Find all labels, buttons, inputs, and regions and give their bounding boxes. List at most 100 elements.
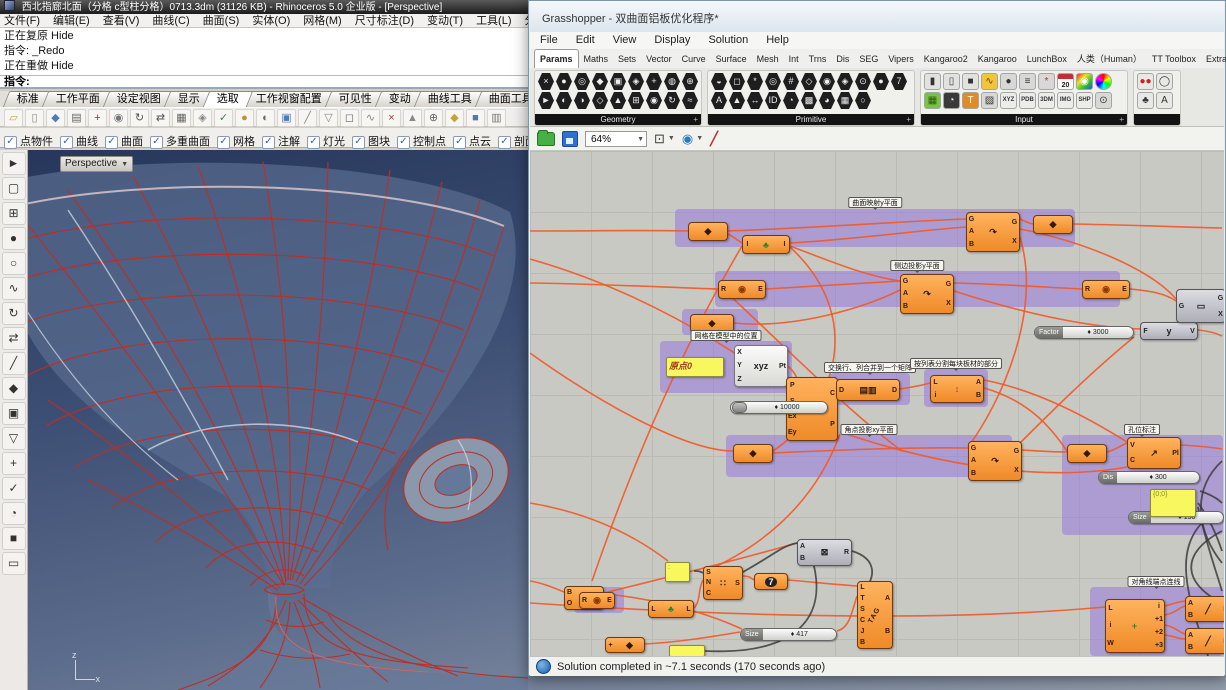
grasshopper-tab[interactable]: Kangaroo bbox=[973, 50, 1022, 68]
rhino-toolbar-icon[interactable]: ▤ bbox=[67, 109, 86, 127]
rhino-tool-icon[interactable]: ▢ bbox=[2, 177, 26, 200]
rhino-toolbar-icon[interactable]: ▣ bbox=[277, 109, 296, 127]
component-icon[interactable]: ◒ bbox=[711, 73, 727, 90]
component-icon[interactable]: ◯ bbox=[1095, 73, 1112, 90]
port-+[interactable]: + bbox=[607, 642, 614, 649]
rhino-toolbar-icon[interactable]: ◆ bbox=[46, 109, 65, 127]
component-icon[interactable]: ⊕ bbox=[682, 73, 698, 90]
rhino-tool-icon[interactable]: ⇄ bbox=[2, 327, 26, 350]
port-B[interactable]: B bbox=[799, 555, 806, 562]
component-icon[interactable]: ◔ bbox=[943, 92, 960, 109]
component-icon[interactable]: ◆ bbox=[592, 73, 608, 90]
rhino-tool-icon[interactable]: ✓ bbox=[2, 477, 26, 500]
component-icon[interactable]: ▣ bbox=[610, 73, 626, 90]
checkbox-icon[interactable] bbox=[352, 136, 365, 149]
grasshopper-tab[interactable]: Int bbox=[784, 50, 804, 68]
rhino-toolbar-icon[interactable]: ↻ bbox=[130, 109, 149, 127]
component-icon[interactable]: ●● bbox=[1137, 73, 1154, 90]
gray-orient-partial[interactable]: G▭GX bbox=[1176, 289, 1224, 323]
grasshopper-tab[interactable]: Dis bbox=[831, 50, 854, 68]
port-B[interactable]: B bbox=[884, 628, 891, 635]
checkbox-icon[interactable] bbox=[453, 136, 466, 149]
port-B[interactable]: B bbox=[859, 639, 866, 646]
component-icon[interactable]: ▩ bbox=[801, 92, 817, 109]
port-W[interactable]: W bbox=[1107, 640, 1114, 647]
panel-colon[interactable]: : bbox=[665, 562, 690, 582]
port-B[interactable]: B bbox=[968, 241, 975, 248]
tree-item-param[interactable]: I♣I bbox=[742, 235, 790, 254]
port-B[interactable]: B bbox=[902, 303, 909, 310]
rhino-tool-icon[interactable]: ■ bbox=[2, 527, 26, 550]
component-icon[interactable]: ◉ bbox=[646, 92, 662, 109]
slider-10000[interactable]: ♦ 10000 bbox=[730, 401, 828, 414]
component-icon[interactable]: ↻ bbox=[664, 92, 680, 109]
component-icon[interactable]: ◇ bbox=[592, 92, 608, 109]
component-icon[interactable]: * bbox=[747, 73, 763, 90]
component-icon[interactable]: ▲ bbox=[610, 92, 626, 109]
port-F[interactable]: F bbox=[1142, 328, 1149, 335]
port-X[interactable]: X bbox=[1013, 467, 1020, 474]
port-V[interactable]: V bbox=[1189, 328, 1196, 335]
zoom-extents-icon[interactable]: ⊡ bbox=[654, 131, 665, 147]
port-P[interactable]: P bbox=[788, 382, 797, 389]
port-O[interactable]: O bbox=[566, 600, 573, 607]
port-B[interactable]: B bbox=[566, 589, 573, 596]
port-L[interactable]: L bbox=[1107, 605, 1114, 612]
grasshopper-tab[interactable]: TT Toolbox bbox=[1147, 50, 1201, 68]
component-icon[interactable]: PDB bbox=[1019, 92, 1036, 109]
orient-top[interactable]: GAB↷GX bbox=[966, 212, 1020, 252]
port-I[interactable]: I bbox=[781, 241, 788, 248]
port-Y[interactable]: Y bbox=[736, 362, 743, 369]
grasshopper-tab[interactable]: Surface bbox=[711, 50, 752, 68]
component-icon[interactable]: ● bbox=[873, 73, 889, 90]
panel-small[interactable] bbox=[669, 645, 705, 656]
port-A[interactable]: A bbox=[799, 543, 806, 550]
grasshopper-tab[interactable]: 人类（Human） bbox=[1072, 50, 1147, 68]
component-icon[interactable]: ≈ bbox=[682, 92, 698, 109]
component-icon[interactable]: ◉ bbox=[1076, 73, 1093, 90]
edge-param-right[interactable]: R◉E bbox=[1082, 280, 1130, 299]
rhino-toolbar-icon[interactable]: ● bbox=[235, 109, 254, 127]
port-A[interactable]: A bbox=[902, 290, 909, 297]
grasshopper-menu-item[interactable]: Edit bbox=[576, 34, 595, 46]
rhino-toolbar-icon[interactable]: ◉ bbox=[109, 109, 128, 127]
component-icon[interactable]: ◕ bbox=[819, 92, 835, 109]
rhino-toolbar-icon[interactable]: + bbox=[88, 109, 107, 127]
rhino-tool-icon[interactable]: ▽ bbox=[2, 427, 26, 450]
port-C[interactable]: C bbox=[859, 617, 866, 624]
rhino-tool-icon[interactable]: + bbox=[2, 452, 26, 475]
port-E[interactable]: E bbox=[757, 286, 764, 293]
panel-00[interactable]: {0;0} bbox=[1150, 489, 1196, 517]
tree-param-2[interactable]: L♣L bbox=[648, 600, 694, 618]
grasshopper-tab[interactable]: Kangaroo2 bbox=[919, 50, 973, 68]
grasshopper-menu-item[interactable]: Solution bbox=[708, 34, 748, 46]
component-icon[interactable]: ◑ bbox=[574, 92, 590, 109]
component-icon[interactable]: ► bbox=[538, 92, 554, 109]
grasshopper-canvas[interactable]: ◆I♣IGAB↷GX◆R◉EGAB↷GXR◉E◆XYZxyzPtPSExEy▦C… bbox=[530, 151, 1224, 656]
port-C[interactable]: C bbox=[829, 390, 836, 397]
construct-point[interactable]: XYZxyzPt bbox=[734, 345, 788, 387]
rhino-tool-icon[interactable]: ╱ bbox=[2, 352, 26, 375]
zoom-level-select[interactable]: 64%▼ bbox=[585, 131, 647, 147]
component-icon[interactable]: ◎ bbox=[765, 73, 781, 90]
port-I[interactable]: I bbox=[744, 241, 751, 248]
port-R[interactable]: R bbox=[843, 549, 850, 556]
rhino-tool-icon[interactable]: ► bbox=[2, 152, 26, 175]
jump-param[interactable]: 7 bbox=[754, 573, 788, 590]
rhino-toolbar-icon[interactable]: ✓ bbox=[214, 109, 233, 127]
component-icon[interactable]: ◉ bbox=[819, 73, 835, 90]
rhino-tool-icon[interactable]: ↻ bbox=[2, 302, 26, 325]
port-B[interactable]: B bbox=[975, 392, 982, 399]
rhino-tool-icon[interactable]: ◔ bbox=[2, 502, 26, 525]
port-A[interactable]: A bbox=[970, 457, 977, 464]
component-icon[interactable]: ⊙ bbox=[855, 73, 871, 90]
component-icon[interactable]: ▮ bbox=[924, 73, 941, 90]
rhino-menu-item[interactable]: 网格(M) bbox=[303, 15, 342, 27]
expand-icon[interactable]: + bbox=[693, 114, 698, 125]
rhino-toolbar-icon[interactable]: ■ bbox=[466, 109, 485, 127]
component-icon[interactable]: ▲ bbox=[729, 92, 745, 109]
component-icon[interactable]: × bbox=[538, 73, 554, 90]
relative-item[interactable]: LiW+i+1+2+3 bbox=[1105, 599, 1165, 653]
port-A[interactable]: A bbox=[968, 228, 975, 235]
checkbox-icon[interactable] bbox=[150, 136, 163, 149]
